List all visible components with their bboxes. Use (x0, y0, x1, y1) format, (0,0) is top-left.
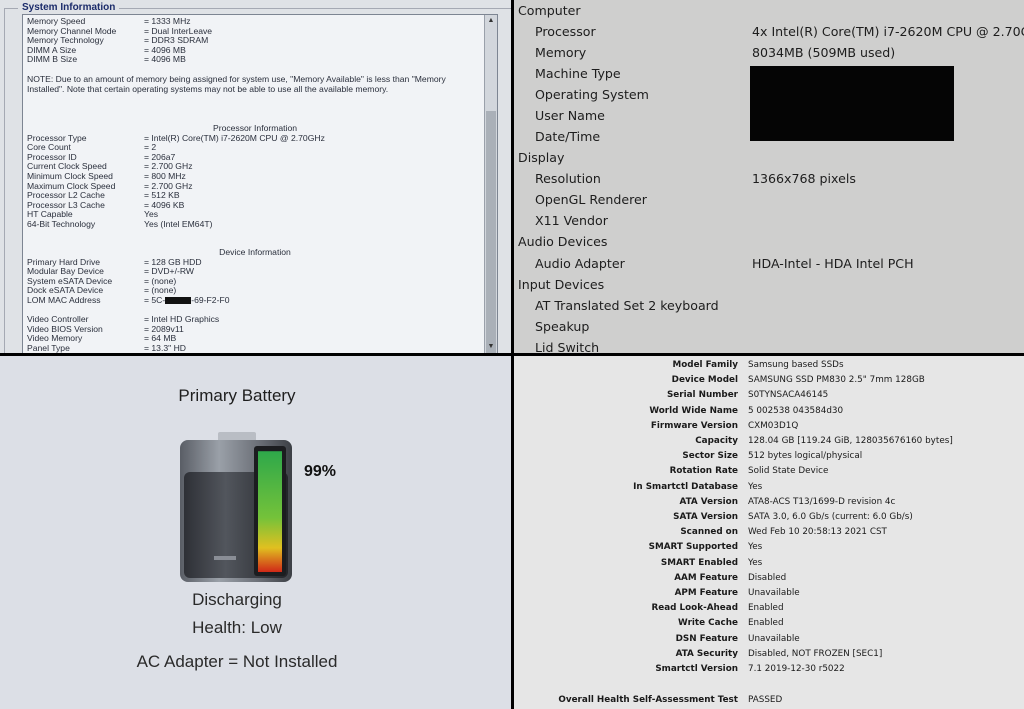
system-info-title: System Information (18, 2, 120, 13)
vertical-scrollbar[interactable]: ▲ ▼ (484, 15, 497, 353)
item-processor-label: Processor (535, 24, 596, 39)
smart-field-value: ATA8-ACS T13/1699-D revision 4c (748, 496, 896, 507)
item-date-time: Date/Time (535, 129, 601, 144)
battery-percent: 99% (304, 463, 337, 480)
smart-field-value: Samsung based SSDs (748, 360, 844, 370)
smart-field-label: Model Family (672, 360, 739, 370)
mac-address-row: LOM MAC Address = 5C- -69-F2-F0 (27, 295, 230, 305)
smart-field-value: Wed Feb 10 20:58:13 2021 CST (748, 527, 887, 538)
smart-field-value: Solid State Device (748, 466, 829, 477)
item-audio-adapter-value: HDA-Intel - HDA Intel PCH (752, 256, 914, 271)
item-audio-adapter-label: Audio Adapter (535, 256, 625, 271)
smart-field-label: Smartctl Version (655, 664, 738, 674)
scrollbar-thumb[interactable] (486, 111, 496, 353)
health-value: PASSED (748, 695, 783, 705)
info-row: DIMM B Size = 4096 MB (27, 54, 186, 65)
item-user-name: User Name (535, 108, 605, 123)
smart-field-label: AAM Feature (674, 572, 738, 583)
info-row: Processor Type = Intel(R) Core(TM) i7-262… (27, 132, 325, 143)
smart-field-value: S0TYNSACA46145 (748, 390, 829, 401)
smart-field-label: APM Feature (674, 588, 738, 598)
item-speakup: Speakup (535, 319, 590, 334)
category-display[interactable]: Display (518, 150, 564, 165)
ac-adapter-status: AC Adapter = Not Installed (136, 652, 338, 671)
scroll-up-arrow-icon[interactable]: ▲ (486, 16, 496, 26)
hardware-summary-panel: Computer Processor 4x Intel(R) Core(TM) … (514, 0, 1024, 353)
smart-field-label: Read Look-Ahead (651, 603, 739, 614)
smart-field-label: Device Model (671, 375, 738, 386)
battery-level-fill (258, 451, 282, 572)
battery-icon (180, 432, 292, 582)
item-processor-value: 4x Intel(R) Core(TM) i7-2620M CPU @ 2.70… (752, 24, 1024, 39)
system-info-listbox[interactable]: Memory Speed = 1333 MHz Memory Channel Mo… (22, 14, 498, 353)
smart-field-label: SMART Enabled (660, 557, 738, 568)
smart-field-label: SATA Version (673, 512, 738, 522)
category-audio-devices[interactable]: Audio Devices (518, 234, 607, 249)
smart-field-value: SATA 3.0, 6.0 Gb/s (current: 6.0 Gb/s) (748, 512, 913, 522)
battery-reflection (214, 556, 236, 560)
smart-field-value: 5 002538 043584d30 (748, 405, 844, 416)
smart-field-label: DSN Feature (675, 633, 738, 644)
smart-field-value: CXM03D1Q (748, 420, 799, 431)
item-opengl-renderer: OpenGL Renderer (535, 192, 647, 207)
battery-panel: Primary Battery 99% Discharging Health: … (0, 356, 511, 709)
smart-field-value: Enabled (748, 618, 784, 629)
memory-note: NOTE: Due to an amount of memory being a… (27, 74, 446, 94)
health-label: Overall Health Self-Assessment Test (558, 695, 738, 705)
smart-field-value: Yes (748, 557, 763, 568)
smart-field-value: 512 bytes logical/physical (748, 451, 863, 462)
category-input-devices[interactable]: Input Devices (518, 277, 604, 292)
info-row: 64-Bit Technology Yes (Intel EM64T) (27, 219, 213, 229)
smart-field-label: Write Cache (678, 618, 738, 629)
smart-field-label: Firmware Version (650, 420, 738, 431)
battery-health: Health: Low (192, 618, 282, 637)
smart-field-label: Rotation Rate (669, 466, 738, 477)
smart-field-label: Scanned on (680, 527, 738, 538)
item-x11-vendor: X11 Vendor (535, 213, 608, 228)
smart-field-value: SAMSUNG SSD PM830 2.5" 7mm 128GB (748, 375, 925, 386)
item-memory-value: 8034MB (509MB used) (752, 45, 896, 60)
scroll-down-arrow-icon[interactable]: ▼ (486, 342, 496, 352)
smart-field-value: Enabled (748, 603, 784, 614)
smart-field-label: ATA Version (679, 496, 738, 507)
bios-system-info-panel: System Information Memory Speed = 1333 MH… (0, 0, 511, 353)
smart-field-value: Disabled, NOT FROZEN [SEC1] (748, 648, 883, 659)
smart-field-label: ATA Security (675, 648, 738, 659)
smart-field-label: In Smartctl Database (633, 481, 738, 492)
battery-status: Discharging (192, 590, 282, 609)
smart-field-label: SMART Supported (648, 542, 738, 553)
smart-field-label: Capacity (695, 436, 738, 446)
battery-title: Primary Battery (178, 386, 296, 405)
smart-field-value: 128.04 GB [119.24 GiB, 128035676160 byte… (748, 436, 953, 446)
smart-field-label: Sector Size (682, 451, 738, 462)
smart-field-value: 7.1 2019-12-30 r5022 (748, 664, 845, 674)
smart-field-value: Yes (748, 542, 763, 553)
smart-field-label: World Wide Name (649, 405, 738, 416)
item-resolution-label: Resolution (535, 171, 601, 186)
item-operating-system: Operating System (535, 87, 649, 102)
smart-field-label: Serial Number (666, 390, 738, 401)
smart-field-value: Disabled (748, 572, 787, 583)
item-machine-type: Machine Type (535, 66, 621, 81)
redaction-block (750, 66, 954, 141)
item-memory-label: Memory (535, 45, 587, 60)
smart-report-panel: Model Family Samsung based SSDs Device Mod… (514, 356, 1024, 709)
item-resolution-value: 1366x768 pixels (752, 171, 856, 186)
smart-field-value: Unavailable (748, 588, 800, 598)
smart-field-value: Unavailable (748, 633, 800, 644)
item-keyboard: AT Translated Set 2 keyboard (535, 298, 719, 313)
redaction-block (165, 297, 192, 305)
category-computer[interactable]: Computer (518, 3, 581, 18)
smart-field-value: Yes (748, 481, 763, 492)
info-row: Panel Type = 13.3" HD (27, 342, 186, 353)
item-lid-switch: Lid Switch (535, 340, 600, 353)
